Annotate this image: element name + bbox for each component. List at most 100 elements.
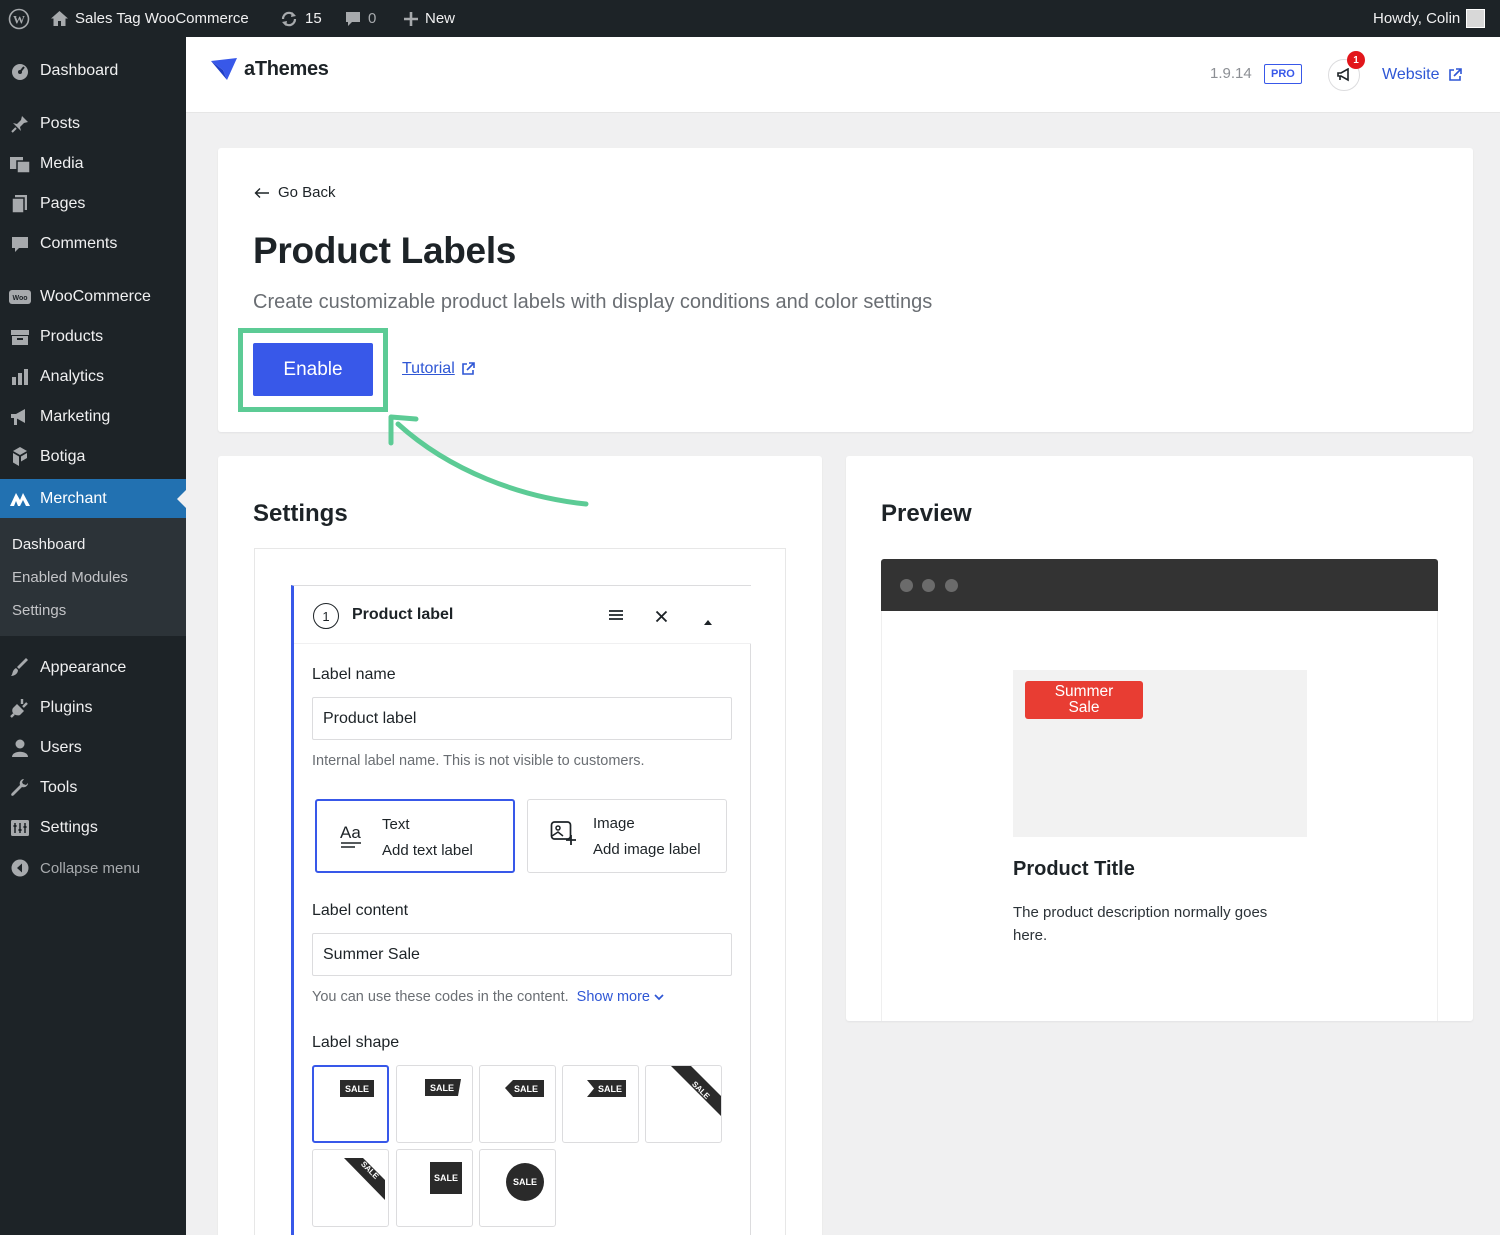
sidebar-item-analytics[interactable]: Analytics [0,358,186,396]
window-dot [922,579,935,592]
pin-icon [0,114,40,134]
wrench-icon [0,778,40,798]
text-label-option[interactable]: Aa Text Add text label [315,799,515,873]
annotation-arrow [388,414,589,507]
sidebar-item-label: Botiga [40,448,86,465]
shape-text: SALE [345,1084,369,1094]
sidebar-item-pages[interactable]: Pages [0,185,186,223]
sidebar-item-media[interactable]: Media [0,145,186,183]
sidebar-item-users[interactable]: Users [0,729,186,767]
show-more-link[interactable]: Show more [577,989,664,1005]
shape-option-square[interactable]: SALE [396,1149,473,1227]
updates-count: 15 [305,10,322,27]
image-add-icon [550,820,578,851]
sidebar-item-merchant[interactable]: Merchant [0,479,186,518]
preview-card: Preview Summer Sale Product Title The pr… [846,456,1473,1021]
sidebar-item-botiga[interactable]: Botiga [0,438,186,476]
submenu-item-enabled-modules[interactable]: Enabled Modules [12,569,128,586]
shape-text: SALE [513,1177,537,1187]
label-content-title: Label content [312,902,409,919]
wordpress-logo-icon[interactable]: W [8,0,30,37]
shape-option-corner-large[interactable]: SALE [645,1065,722,1143]
collapse-menu-button[interactable]: Collapse menu [0,849,186,887]
new-content-link[interactable]: New [403,0,455,37]
account-menu[interactable]: Howdy, Colin [1373,0,1486,37]
shape-option-slanted[interactable]: SALE [396,1065,473,1143]
tutorial-link[interactable]: Tutorial [402,360,475,378]
label-name-title: Label name [312,666,396,683]
sidebar-item-settings[interactable]: Settings [0,809,186,847]
sidebar-item-label: WooCommerce [40,288,151,305]
panel-header[interactable]: 1 Product label [294,586,751,644]
shape-option-corner-small[interactable]: SALE [312,1149,389,1227]
sidebar-item-label: Media [40,155,84,172]
image-label-option[interactable]: Image Add image label [527,799,727,873]
sidebar-item-marketing[interactable]: Marketing [0,398,186,436]
shape-preview: SALE [430,1162,462,1194]
sidebar-item-posts[interactable]: Posts [0,105,186,143]
shape-preview: SALE [340,1080,374,1097]
enable-button[interactable]: Enable [253,343,373,396]
label-content-input[interactable] [312,933,732,976]
avatar [1466,9,1486,28]
page-title: Product Labels [253,230,517,271]
shape-text: SALE [434,1173,458,1183]
text-option-title: Text [382,816,410,833]
shape-text: SALE [430,1083,454,1093]
go-back-link[interactable]: Go Back [254,184,336,201]
archive-icon [0,328,40,346]
athemes-logo[interactable]: aThemes [210,57,329,81]
shape-text: SALE [598,1084,622,1094]
submenu-item-dashboard[interactable]: Dashboard [12,536,85,553]
admin-bar: W Sales Tag WooCommerce 15 0 New Howdy, … [0,0,1500,37]
sidebar-item-label: Analytics [40,368,105,385]
svg-text:W: W [13,12,25,26]
external-link-icon [1448,68,1462,81]
label-shape-title: Label shape [312,1034,400,1051]
step-number: 1 [313,603,339,629]
sidebar-item-label: Dashboard [40,62,119,79]
label-name-input[interactable] [312,697,732,740]
shape-option-tag-left[interactable]: SALE [479,1065,556,1143]
sale-label-preview: Summer Sale [1025,681,1143,719]
website-link[interactable]: Website [1382,66,1462,84]
tutorial-label: Tutorial [402,360,455,377]
go-back-label: Go Back [278,184,336,201]
shape-text: SALE [514,1084,538,1094]
sidebar-item-dashboard[interactable]: Dashboard [0,52,186,90]
sidebar-item-label: Tools [40,779,78,796]
shape-option-ribbon[interactable]: SALE [562,1065,639,1143]
megaphone-icon [0,407,40,427]
chevron-up-icon[interactable] [703,610,713,631]
comments-link[interactable]: 0 [344,0,376,37]
shape-option-rectangle[interactable]: SALE [312,1065,389,1143]
sidebar-item-plugins[interactable]: Plugins [0,689,186,727]
sidebar-item-label: Settings [40,819,98,836]
site-name-link[interactable]: Sales Tag WooCommerce [50,0,249,37]
close-icon[interactable] [655,607,668,628]
preview-title: Preview [881,500,972,527]
shape-option-circle[interactable]: SALE [479,1149,556,1227]
merchant-submenu: Dashboard Enabled Modules Settings [0,518,186,636]
sidebar-item-label: Posts [40,115,81,132]
text-type-icon: Aa [339,821,365,854]
woo-icon: Woo [0,288,40,306]
site-name: Sales Tag WooCommerce [75,10,249,27]
sidebar-item-label: Users [40,739,82,756]
drag-handle-icon[interactable] [608,606,624,627]
sidebar-item-woocommerce[interactable]: Woo WooCommerce [0,278,186,316]
sidebar-item-appearance[interactable]: Appearance [0,649,186,687]
window-dot [945,579,958,592]
sidebar-item-tools[interactable]: Tools [0,769,186,807]
sidebar-item-products[interactable]: Products [0,318,186,356]
browser-bar [881,559,1438,611]
image-option-subtitle: Add image label [593,841,701,858]
home-icon [50,10,69,27]
howdy-text: Howdy, Colin [1373,10,1461,27]
updates-link[interactable]: 15 [279,0,322,37]
product-title: Product Title [1013,858,1135,880]
submenu-item-settings[interactable]: Settings [12,602,66,619]
plugin-version: 1.9.14 [1210,65,1252,82]
sidebar-item-comments[interactable]: Comments [0,225,186,263]
comment-icon [0,235,40,253]
